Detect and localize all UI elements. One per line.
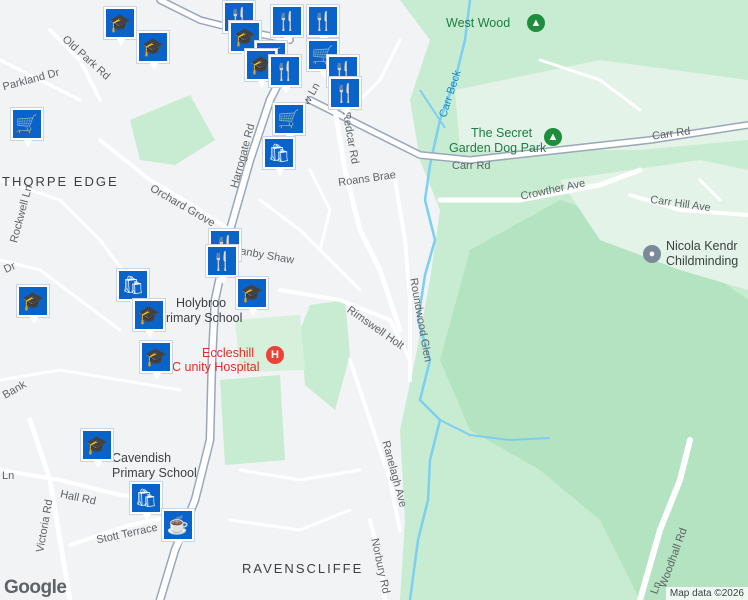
park-area [220, 375, 285, 465]
place-icon[interactable]: ● [643, 245, 661, 263]
park-icon[interactable]: ▲ [527, 14, 545, 32]
google-logo: Google [4, 577, 67, 598]
school-icon: 🎓 [106, 9, 134, 37]
holybrook-school-label-line2[interactable]: rimary School [166, 311, 242, 325]
shopping-bag-icon: 🛍 [119, 271, 147, 299]
hospital-label-line2[interactable]: C unity Hospital [172, 360, 260, 374]
restaurant-icon: 🍴 [309, 7, 337, 35]
restaurant-marker[interactable]: 🍴 [268, 54, 302, 94]
park-area [130, 95, 215, 165]
area-label-thorpe-edge: THORPE EDGE [2, 174, 119, 189]
school-icon: 🎓 [238, 279, 266, 307]
road-label: Ln [2, 470, 15, 482]
holybrook-school-label-line1[interactable]: Holybroo [176, 296, 226, 310]
shopping-marker[interactable]: 🛒 [10, 107, 44, 147]
map-canvas[interactable]: THORPE EDGE RAVENSCLIFFE Old Park Rd Par… [0, 0, 748, 600]
restaurant-marker[interactable]: 🍴 [328, 76, 362, 116]
restaurant-marker[interactable]: 🍴 [270, 4, 304, 44]
shopping-marker[interactable]: 🛒 [272, 102, 306, 142]
school-marker[interactable]: 🎓 [103, 6, 137, 46]
park-icon[interactable]: ▲ [544, 128, 562, 146]
school-marker[interactable]: 🎓 [136, 30, 170, 70]
cavendish-school-label-line1[interactable]: Cavendish [112, 451, 171, 465]
cavendish-school-label-line2[interactable]: Primary School [112, 466, 197, 480]
restaurant-icon: 🍴 [208, 247, 236, 275]
school-marker[interactable]: 🎓 [139, 340, 173, 380]
map-base-layer [0, 0, 748, 600]
school-icon: 🎓 [19, 287, 47, 315]
childminding-label-line1[interactable]: Nicola Kendr [666, 239, 738, 253]
school-icon: 🎓 [142, 343, 170, 371]
shopping-bag-icon: 🛍 [132, 484, 160, 512]
school-marker[interactable]: 🎓 [235, 276, 269, 316]
secret-garden-label-line2[interactable]: Garden Dog Park [449, 141, 546, 155]
shopping-bag-marker[interactable]: 🛍 [262, 136, 296, 176]
restaurant-icon: 🍴 [273, 7, 301, 35]
school-icon: 🎓 [139, 33, 167, 61]
cafe-icon: ☕ [164, 511, 192, 539]
school-icon: 🎓 [135, 301, 163, 329]
area-label-ravenscliffe: RAVENSCLIFFE [242, 561, 364, 576]
shopping-bag-marker[interactable]: 🛍 [116, 268, 150, 308]
restaurant-icon: 🍴 [271, 57, 299, 85]
shopping-bag-marker[interactable]: 🛍 [129, 481, 163, 521]
school-icon: 🎓 [83, 431, 111, 459]
cafe-marker[interactable]: ☕ [161, 508, 195, 548]
school-marker[interactable]: 🎓 [16, 284, 50, 324]
hospital-icon[interactable]: H [266, 346, 284, 364]
childminding-label-line2[interactable]: Childminding [666, 254, 738, 268]
school-marker[interactable]: 🎓 [132, 298, 166, 338]
map-attribution[interactable]: Map data ©2026 [665, 587, 748, 600]
secret-garden-label-line1[interactable]: The Secret [471, 126, 532, 140]
shopping-cart-icon: 🛒 [275, 105, 303, 133]
road-label: Carr Rd [452, 160, 491, 172]
park-area [300, 300, 350, 410]
school-marker[interactable]: 🎓 [80, 428, 114, 468]
hospital-label-line1[interactable]: Eccleshill [202, 346, 254, 360]
shopping-cart-icon: 🛒 [13, 110, 41, 138]
west-wood-label[interactable]: West Wood [446, 16, 510, 30]
restaurant-marker[interactable]: 🍴 [205, 244, 239, 284]
restaurant-marker[interactable]: 🍴 [306, 4, 340, 44]
shopping-bag-icon: 🛍 [265, 139, 293, 167]
restaurant-icon: 🍴 [331, 79, 359, 107]
